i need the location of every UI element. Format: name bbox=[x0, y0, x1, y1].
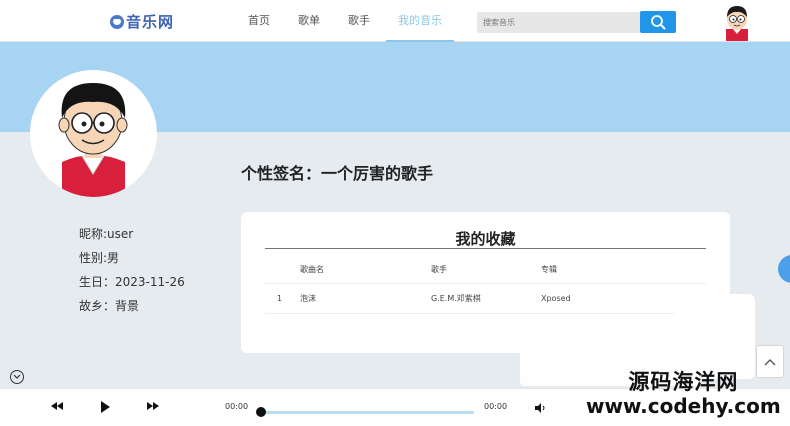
profile-info: 昵称:user 性别:男 生日：2023-11-26 故乡：背景 bbox=[79, 222, 185, 318]
nav-item-playlists[interactable]: 歌单 bbox=[286, 0, 332, 42]
watermark-title: 源码海洋网 bbox=[628, 370, 739, 394]
main-nav: 首页 歌单 歌手 我的音乐 bbox=[236, 0, 458, 42]
column-header-song: 歌曲名 bbox=[300, 265, 324, 274]
column-header-singer: 歌手 bbox=[431, 265, 447, 274]
collapse-player-button[interactable] bbox=[10, 370, 24, 384]
row-album[interactable]: Xposed bbox=[541, 284, 571, 314]
row-index: 1 bbox=[277, 294, 283, 303]
previous-track-button[interactable] bbox=[50, 399, 64, 413]
volume-icon bbox=[535, 403, 545, 413]
cartoon-boy-icon bbox=[726, 6, 748, 41]
progress-handle[interactable] bbox=[256, 407, 266, 417]
doraemon-icon bbox=[110, 14, 124, 29]
row-song-name[interactable]: 泡沫 bbox=[300, 284, 316, 314]
nav-item-singers[interactable]: 歌手 bbox=[336, 0, 382, 42]
progress-bar[interactable] bbox=[260, 411, 474, 414]
user-avatar[interactable] bbox=[720, 3, 754, 41]
site-logo[interactable]: 音乐网 bbox=[110, 11, 174, 32]
watermark-url: www.codehy.com bbox=[586, 394, 781, 418]
site-name: 音乐网 bbox=[126, 13, 175, 31]
favorites-card: 我的收藏 歌曲名 歌手 专辑 1 泡沫 G.E.M.邓紫棋 Xposed bbox=[241, 212, 730, 353]
title-divider bbox=[265, 248, 706, 249]
chevron-up-icon bbox=[764, 358, 776, 365]
site-watermark: 源码海洋网 www.codehy.com bbox=[586, 370, 781, 418]
profile-birthday: 生日：2023-11-26 bbox=[79, 275, 185, 289]
nav-item-my-music[interactable]: 我的音乐 bbox=[386, 0, 454, 42]
profile-avatar bbox=[30, 70, 157, 197]
current-time: 00:00 bbox=[225, 402, 249, 411]
top-navbar: 音乐网 首页 歌单 歌手 我的音乐 bbox=[0, 0, 790, 42]
profile-gender: 性别:男 bbox=[79, 251, 120, 265]
favorites-title: 我的收藏 bbox=[455, 230, 516, 248]
table-header-row: 歌曲名 歌手 专辑 bbox=[265, 256, 706, 284]
profile-nickname: 昵称:user bbox=[79, 227, 134, 241]
next-track-button[interactable] bbox=[146, 399, 160, 413]
total-time: 00:00 bbox=[484, 402, 508, 411]
search-input[interactable] bbox=[477, 12, 640, 33]
next-track-icon bbox=[147, 402, 159, 410]
chevron-down-icon bbox=[13, 374, 21, 379]
table-row[interactable]: 1 泡沫 G.E.M.邓紫棋 Xposed bbox=[265, 284, 706, 314]
previous-track-icon bbox=[51, 402, 63, 410]
cartoon-boy-icon bbox=[58, 83, 128, 197]
profile-hometown: 故乡：背景 bbox=[79, 299, 140, 313]
floating-panel-top bbox=[674, 302, 754, 340]
volume-button[interactable] bbox=[534, 402, 546, 414]
play-button[interactable] bbox=[98, 399, 112, 415]
column-header-album: 专辑 bbox=[541, 265, 557, 274]
search-button[interactable] bbox=[640, 11, 676, 33]
search-icon bbox=[651, 15, 666, 30]
profile-signature: 个性签名：一个厉害的歌手 bbox=[241, 164, 434, 183]
row-singer[interactable]: G.E.M.邓紫棋 bbox=[431, 284, 481, 314]
play-icon bbox=[101, 401, 110, 413]
side-drawer-tab[interactable] bbox=[778, 255, 790, 283]
nav-item-home[interactable]: 首页 bbox=[236, 0, 282, 42]
favorites-table: 歌曲名 歌手 专辑 1 泡沫 G.E.M.邓紫棋 Xposed bbox=[265, 256, 706, 314]
